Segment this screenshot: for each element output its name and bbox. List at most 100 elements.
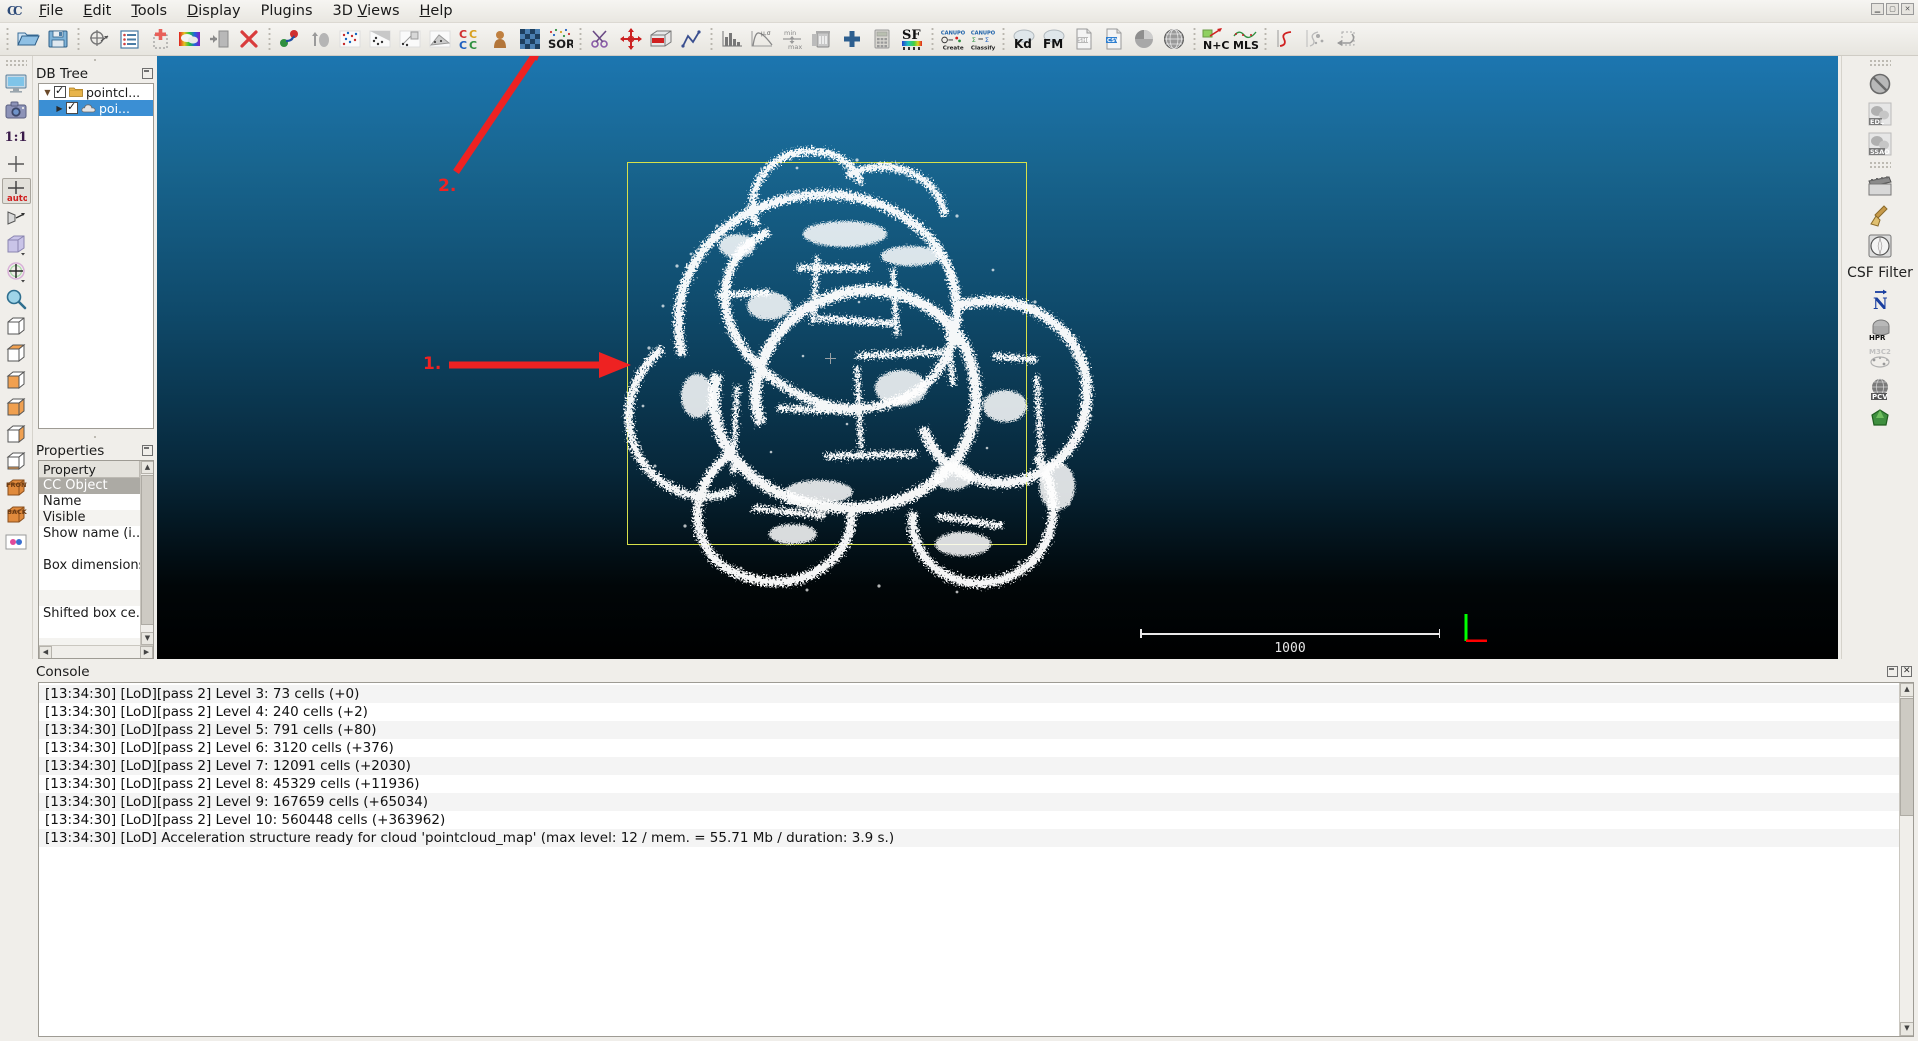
menu-display[interactable]: Display xyxy=(177,1,250,22)
sf-colors-icon[interactable]: SF xyxy=(897,24,927,54)
tree-item-pointcloud-cloud[interactable]: ▶ poi... xyxy=(39,100,153,116)
pie-icon[interactable] xyxy=(1129,24,1159,54)
compass-icon[interactable] xyxy=(1865,232,1895,260)
scroll-down-arrow-icon[interactable]: ▼ xyxy=(141,632,154,645)
zoom-glass-icon[interactable] xyxy=(2,286,31,312)
properties-row-visible[interactable]: Visible xyxy=(39,510,140,526)
scroll-right-arrow-icon[interactable]: ▶ xyxy=(140,646,153,659)
animation-icon[interactable] xyxy=(1865,172,1895,200)
visibility-checkbox[interactable] xyxy=(54,86,66,98)
cloud-primitive-dist-icon[interactable] xyxy=(395,24,425,54)
properties-row-name[interactable]: Name xyxy=(39,494,140,510)
scrollbar-thumb[interactable] xyxy=(141,475,154,625)
broom-icon[interactable] xyxy=(1865,202,1895,230)
pick-rotation-icon[interactable] xyxy=(2,259,31,285)
set-pivot-icon[interactable] xyxy=(2,151,31,177)
gauss-filter-icon[interactable]: μ,σ xyxy=(747,24,777,54)
view-front-icon[interactable]: FRONT xyxy=(2,475,31,501)
right-toolbar-grip-2[interactable] xyxy=(1869,161,1891,170)
expand-arrow-down-icon[interactable]: ▼ xyxy=(41,88,54,97)
cloud-cloud-dist-icon[interactable] xyxy=(335,24,365,54)
scroll-up-arrow-icon[interactable]: ▲ xyxy=(141,461,154,474)
no-shader-icon[interactable] xyxy=(1865,70,1895,98)
console-close-icon[interactable] xyxy=(1901,666,1912,677)
fm-icon[interactable]: FM xyxy=(1039,24,1069,54)
mesh-sample-icon[interactable] xyxy=(425,24,455,54)
canupo-create-icon[interactable]: CANUPO Create xyxy=(938,24,968,54)
view-top-icon[interactable] xyxy=(2,340,31,366)
properties-grip[interactable] xyxy=(34,433,156,441)
globe-mesh-icon[interactable] xyxy=(1159,24,1189,54)
view-left-icon[interactable] xyxy=(2,367,31,393)
properties-vertical-scrollbar[interactable]: ▲ ▼ xyxy=(140,461,153,645)
view-back-icon[interactable]: BACK xyxy=(2,502,31,528)
menu-help[interactable]: Help xyxy=(410,1,463,22)
db-tree-grip[interactable] xyxy=(34,56,156,64)
display-monitor-icon[interactable] xyxy=(2,70,31,96)
flip-icon[interactable] xyxy=(1331,24,1361,54)
poisson-recon-icon[interactable] xyxy=(1865,405,1895,433)
db-tree-body[interactable]: ▼ pointcl... ▶ poi... xyxy=(38,83,154,429)
delete-x-icon[interactable] xyxy=(234,24,264,54)
minmax-icon[interactable]: min max xyxy=(777,24,807,54)
scrollbar-track[interactable] xyxy=(52,646,140,658)
global-shift-icon[interactable] xyxy=(84,24,114,54)
cc-colors-icon[interactable]: C C C C xyxy=(455,24,485,54)
view-right-icon[interactable] xyxy=(2,394,31,420)
add-cross-icon[interactable] xyxy=(144,24,174,54)
menu-file[interactable]: File xyxy=(29,1,73,22)
view-bottom-icon[interactable] xyxy=(2,421,31,447)
properties-row-show-name[interactable]: Show name (i... xyxy=(39,526,140,542)
scatter-stats-icon[interactable] xyxy=(1301,24,1331,54)
registration-align-icon[interactable] xyxy=(275,24,305,54)
mls-smooth-icon[interactable]: MLS xyxy=(1230,24,1260,54)
menu-tools[interactable]: Tools xyxy=(121,1,177,22)
merge-colors-icon[interactable] xyxy=(174,24,204,54)
perspective-icon[interactable] xyxy=(2,205,31,231)
properties-row-box-dimensions[interactable]: Box dimensions xyxy=(39,558,140,574)
checkerboard-icon[interactable] xyxy=(515,24,545,54)
properties-float-icon[interactable] xyxy=(142,445,153,456)
cloud-mesh-dist-icon[interactable] xyxy=(365,24,395,54)
ssao-shader-icon[interactable]: SSAO xyxy=(1865,130,1895,158)
stereo-dots-icon[interactable] xyxy=(2,529,31,555)
db-tree-float-icon[interactable] xyxy=(142,68,153,79)
visibility-checkbox[interactable] xyxy=(66,102,78,114)
menu-3dviews[interactable]: 3D Views xyxy=(323,1,410,22)
canupo-classify-icon[interactable]: CANUPO Σ Σ Classify xyxy=(968,24,998,54)
shp-file-icon[interactable]: SHP xyxy=(1069,24,1099,54)
open-folder-icon[interactable] xyxy=(13,24,43,54)
kd-tree-icon[interactable]: Kd xyxy=(1009,24,1039,54)
polyline-trace-icon[interactable] xyxy=(676,24,706,54)
scroll-up-arrow-icon[interactable]: ▲ xyxy=(1900,683,1914,697)
view-iso-icon[interactable] xyxy=(2,448,31,474)
pcv-icon[interactable]: PCV xyxy=(1865,375,1895,403)
subsample-exit-icon[interactable] xyxy=(204,24,234,54)
translate-rotate-icon[interactable] xyxy=(616,24,646,54)
properties-list-icon[interactable] xyxy=(114,24,144,54)
auto-pivot-icon[interactable]: auto xyxy=(2,178,31,204)
scrollbar-thumb[interactable] xyxy=(1900,698,1914,816)
edl-shader-icon[interactable]: EDL xyxy=(1865,100,1895,128)
hpr-icon[interactable]: HPR xyxy=(1865,315,1895,343)
scroll-left-arrow-icon[interactable]: ◀ xyxy=(39,646,52,659)
properties-row-shifted-box-center[interactable]: Shifted box ce... xyxy=(39,606,140,622)
right-toolbar-grip[interactable] xyxy=(1869,59,1891,68)
tree-item-pointcloud-folder[interactable]: ▼ pointcl... xyxy=(39,84,153,100)
save-floppy-icon[interactable] xyxy=(43,24,73,54)
section-box-icon[interactable] xyxy=(646,24,676,54)
console-vertical-scrollbar[interactable]: ▲ ▼ xyxy=(1899,683,1913,1036)
plus-blue-icon[interactable] xyxy=(837,24,867,54)
csf-normals-icon[interactable]: N xyxy=(1865,285,1895,313)
one-to-one-icon[interactable]: 1:1 xyxy=(2,124,31,150)
view-default-icon[interactable] xyxy=(2,313,31,339)
histogram-icon[interactable] xyxy=(717,24,747,54)
align-arrow-icon[interactable] xyxy=(305,24,335,54)
console-log-area[interactable]: [13:34:30] [LoD][pass 2] Level 3: 73 cel… xyxy=(38,682,1914,1037)
sor-filter-icon[interactable]: SOR xyxy=(545,24,575,54)
scissors-segment-icon[interactable] xyxy=(586,24,616,54)
toolbar-grip[interactable] xyxy=(4,27,11,51)
normals-color-icon[interactable]: N+C xyxy=(1200,24,1230,54)
maximize-button[interactable]: ▢ xyxy=(1886,3,1899,15)
menu-plugins[interactable]: Plugins xyxy=(251,1,323,22)
